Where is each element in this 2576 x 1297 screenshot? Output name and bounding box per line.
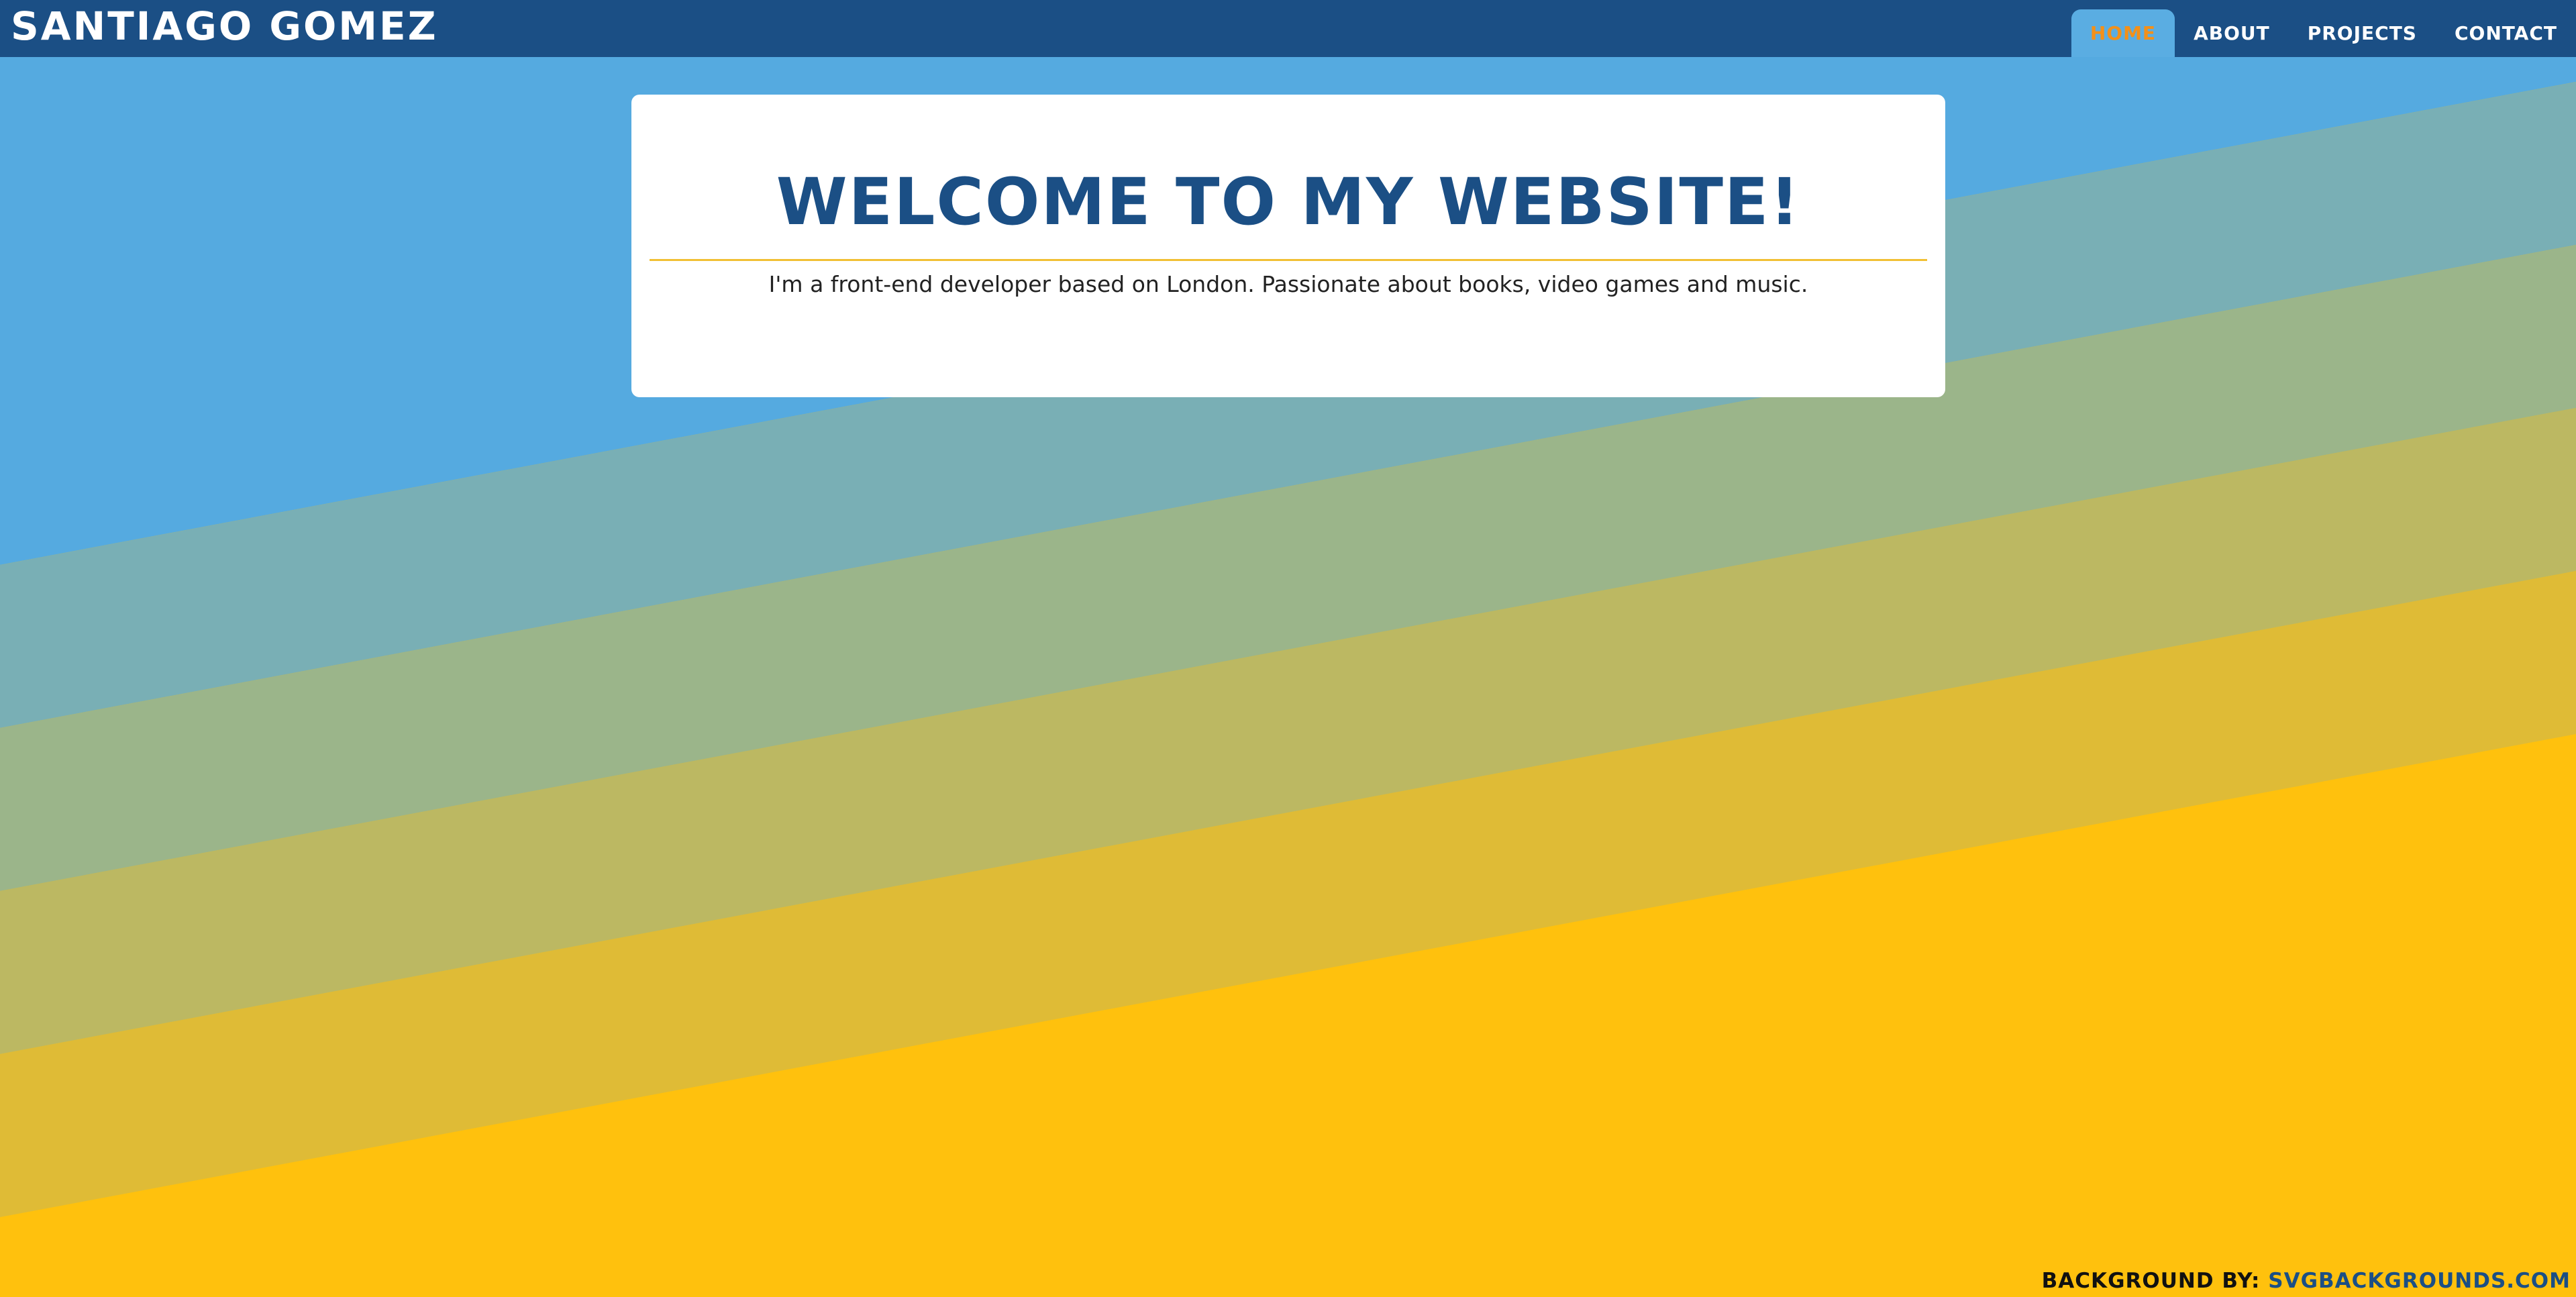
- title-divider: [650, 259, 1927, 261]
- page-title: Welcome to my website!: [776, 164, 1801, 240]
- nav-item-contact[interactable]: Contact: [2436, 9, 2576, 57]
- credit-link[interactable]: SVGBackgrounds.com: [2268, 1269, 2571, 1293]
- nav-item-home[interactable]: Home: [2071, 9, 2175, 57]
- top-navigation-bar: Santiago Gomez Home About Projects Conta…: [0, 0, 2576, 57]
- site-brand[interactable]: Santiago Gomez: [11, 7, 438, 46]
- welcome-card: Welcome to my website! I'm a front-end d…: [631, 95, 1945, 397]
- background-credit: Background by: SVGBackgrounds.com: [2042, 1269, 2571, 1293]
- credit-label: Background by:: [2041, 1269, 2261, 1293]
- nav-item-about[interactable]: About: [2175, 9, 2289, 57]
- main-nav: Home About Projects Contact: [2071, 9, 2576, 57]
- nav-item-projects[interactable]: Projects: [2289, 9, 2436, 57]
- intro-text: I'm a front-end developer based on Londo…: [768, 271, 1808, 297]
